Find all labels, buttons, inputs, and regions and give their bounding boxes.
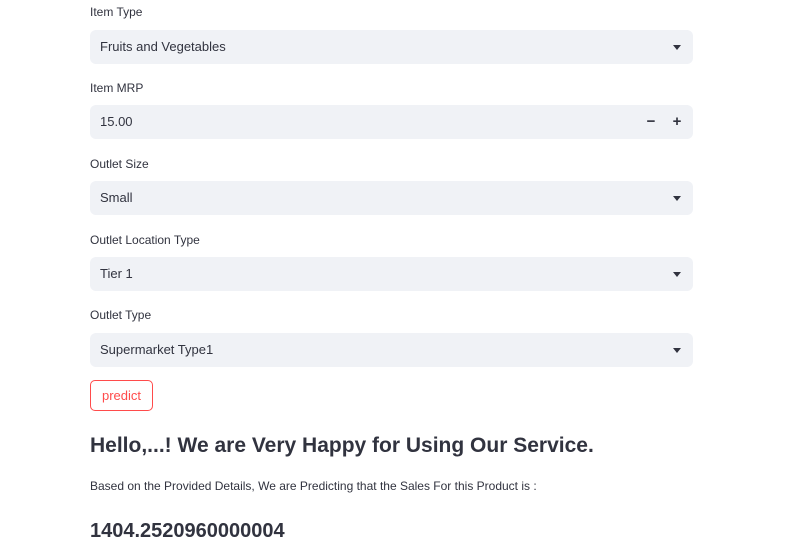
prediction-page: Item Type Fruits and Vegetables Item MRP…	[0, 0, 806, 554]
chevron-down-icon	[673, 196, 681, 201]
outlet-size-value: Small	[100, 190, 133, 205]
outlet-location-type-value: Tier 1	[100, 266, 133, 281]
predict-button[interactable]: predict	[90, 380, 153, 411]
predicted-sales-value: 1404.2520960000004	[90, 520, 285, 542]
result-caption: Based on the Provided Details, We are Pr…	[90, 479, 537, 493]
outlet-type-select[interactable]: Supermarket Type1	[90, 333, 693, 367]
outlet-location-type-label: Outlet Location Type	[90, 233, 200, 247]
outlet-size-label: Outlet Size	[90, 157, 149, 171]
outlet-size-select[interactable]: Small	[90, 181, 693, 215]
outlet-type-value: Supermarket Type1	[100, 342, 214, 357]
chevron-down-icon	[673, 272, 681, 277]
result-greeting: Hello,...! We are Very Happy for Using O…	[90, 434, 594, 457]
chevron-down-icon	[673, 348, 681, 353]
increment-button[interactable]: +	[663, 105, 691, 139]
item-mrp-label: Item MRP	[90, 81, 144, 95]
item-mrp-input[interactable]: 15.00 − +	[90, 105, 693, 139]
chevron-down-icon	[673, 45, 681, 50]
item-mrp-value: 15.00	[100, 114, 133, 129]
item-type-value: Fruits and Vegetables	[100, 39, 226, 54]
item-type-select[interactable]: Fruits and Vegetables	[90, 30, 693, 64]
decrement-button[interactable]: −	[637, 105, 665, 139]
item-type-label: Item Type	[90, 5, 143, 19]
outlet-location-type-select[interactable]: Tier 1	[90, 257, 693, 291]
outlet-type-label: Outlet Type	[90, 308, 152, 322]
